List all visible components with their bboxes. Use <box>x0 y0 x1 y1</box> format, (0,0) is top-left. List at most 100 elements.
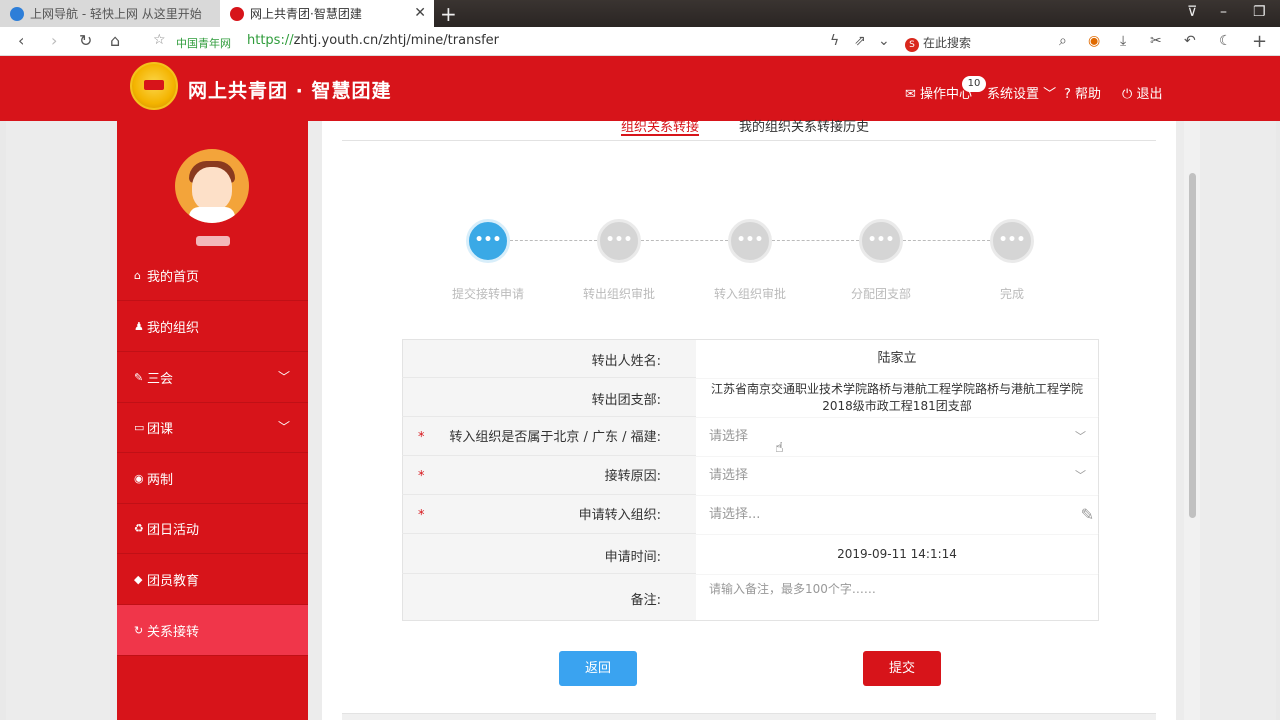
out-branch-line-2: 2018级市政工程181团支部 <box>822 399 972 413</box>
submit-button[interactable]: 提交 <box>863 651 941 686</box>
edit-icon: ✎ <box>134 370 144 384</box>
help-label: 帮助 <box>1075 87 1102 102</box>
settings-label: 系统设置 <box>987 87 1040 102</box>
chevron-down-icon: ﹀ <box>277 370 290 384</box>
sidebar-item-two-systems[interactable]: ◉ 两制 <box>117 453 308 504</box>
sidebar-item-label: 团员教育 <box>147 573 200 589</box>
chevron-down-icon[interactable]: ⌄ <box>878 33 890 49</box>
settings-menu[interactable]: 系统设置 ﹀ <box>987 83 1056 102</box>
hand-cursor-icon: ☝ <box>775 440 784 456</box>
search-box[interactable]: S 在此搜索 <box>905 34 971 52</box>
target-org-input[interactable]: 请选择... ✎ <box>696 496 1098 534</box>
out-name-label: 转出人姓名: <box>591 354 661 369</box>
url-protocol: https:// <box>247 33 294 48</box>
step-connector <box>903 240 990 241</box>
add-icon[interactable]: + <box>1252 31 1267 52</box>
browser-tab-zhtj[interactable]: 网上共青团·智慧团建 ✕ <box>220 0 434 27</box>
note-label: 备注: <box>630 593 661 608</box>
moon-icon[interactable]: ☾ <box>1219 33 1232 49</box>
refresh-icon: ↻ <box>134 623 144 637</box>
restore-icon[interactable]: ❐ <box>1253 4 1266 20</box>
download-icon[interactable]: ⤓ <box>1120 33 1126 49</box>
tab-transfer[interactable]: 组织关系转接 <box>621 116 700 136</box>
sidebar-item-home[interactable]: ⌂ 我的首页 <box>117 250 308 301</box>
sidebar-item-member-education[interactable]: ◆ 团员教育 <box>117 554 308 605</box>
sidebar-item-league-day[interactable]: ♻ 团日活动 <box>117 503 308 554</box>
reason-select[interactable]: 请选择 ﹀ <box>696 457 1098 495</box>
step-3-indicator: ••• <box>728 219 772 263</box>
step-connector <box>641 240 728 241</box>
target-placeholder: 请选择... <box>709 507 761 522</box>
tab-transfer-history[interactable]: 我的组织关系转接历史 <box>739 116 869 136</box>
note-textarea[interactable]: 请输入备注，最多100个字…… <box>696 575 1098 620</box>
shirt-skin-icon[interactable]: ⊽ <box>1187 4 1197 20</box>
forward-icon[interactable]: › <box>51 31 57 50</box>
game-controller-icon[interactable]: ◉ <box>1088 33 1100 49</box>
browser-tab-title: 上网导航 - 轻快上网 从这里开始 <box>30 7 202 21</box>
edit-icon[interactable]: ✎ <box>1081 496 1094 534</box>
step-4-indicator: ••• <box>859 219 903 263</box>
sidebar-item-label: 两制 <box>147 472 174 488</box>
url-field[interactable]: https://zhtj.youth.cn/zhtj/mine/transfer <box>247 33 499 48</box>
close-tab-icon[interactable]: ✕ <box>414 5 426 21</box>
region-select[interactable]: 请选择 ﹀ <box>696 418 1098 456</box>
sidebar-item-label: 关系接转 <box>147 624 200 640</box>
sidebar-item-league-class[interactable]: ▭ 团课 ﹀ <box>117 402 308 453</box>
lightning-icon[interactable]: ϟ <box>830 33 839 49</box>
step-4-label: 分配团支部 <box>850 287 911 301</box>
reason-label: 接转原因: <box>604 469 661 484</box>
search-icon[interactable]: ⌕ <box>1059 33 1067 49</box>
chevron-down-icon: ﹀ <box>1075 430 1086 443</box>
bottom-divider <box>342 713 1156 720</box>
region-label: 转入组织是否属于北京 / 广东 / 福建: <box>449 430 661 445</box>
scissors-icon[interactable]: ✂ <box>1150 33 1162 49</box>
logout-link[interactable]: ⏻ 退出 <box>1122 83 1162 102</box>
search-placeholder: 在此搜索 <box>923 36 972 50</box>
site-label: 中国青年网 <box>176 37 231 50</box>
sidebar-item-label: 我的组织 <box>147 320 200 336</box>
step-1-label: 提交接转申请 <box>451 287 524 301</box>
avatar-shirt <box>189 207 235 223</box>
youth-league-favicon-icon <box>230 6 244 21</box>
site-brand: 网上共青团 · 智慧团建 <box>188 80 392 102</box>
required-mark: * <box>418 469 425 484</box>
step-5-label: 完成 <box>999 287 1024 301</box>
new-tab-icon[interactable]: + <box>440 2 457 26</box>
target-label: 申请转入组织: <box>578 508 661 523</box>
group-icon: ♟ <box>134 319 144 333</box>
question-icon: ? <box>1064 87 1071 102</box>
avatar[interactable] <box>175 149 249 223</box>
reload-icon[interactable]: ↻ <box>79 31 92 50</box>
help-link[interactable]: ? 帮助 <box>1064 83 1101 102</box>
required-mark: * <box>418 430 425 445</box>
sidebar-item-label: 团课 <box>147 421 174 437</box>
username-blurred <box>196 236 230 246</box>
avatar-face <box>192 167 232 211</box>
browser-tab-navigation[interactable]: 上网导航 - 轻快上网 从这里开始 <box>0 0 220 27</box>
time-value: 2019-09-11 14:1:14 <box>696 535 1098 574</box>
home-icon[interactable]: ⌂ <box>110 31 120 50</box>
chevron-down-icon: ﹀ <box>1043 87 1057 102</box>
sidebar-item-label: 团日活动 <box>147 522 200 538</box>
circle-icon: ◉ <box>134 471 144 485</box>
undo-icon[interactable]: ↶ <box>1184 33 1196 49</box>
url-path: zhtj.youth.cn/zhtj/mine/transfer <box>293 33 500 48</box>
favorite-star-icon[interactable]: ☆ <box>153 32 166 48</box>
sidebar-item-transfer[interactable]: ↻ 关系接转 <box>117 605 308 656</box>
step-2-label: 转出组织审批 <box>582 287 655 301</box>
sidebar-item-label: 三会 <box>147 371 174 387</box>
share-icon[interactable]: ⇗ <box>854 33 866 49</box>
back-icon[interactable]: ‹ <box>18 31 24 50</box>
step-connector <box>510 240 597 241</box>
browser-tab-title: 网上共青团·智慧团建 <box>250 7 362 21</box>
scrollbar-thumb[interactable] <box>1189 173 1196 518</box>
graduation-cap-icon: ◆ <box>134 572 143 586</box>
step-connector <box>772 240 859 241</box>
step-2-indicator: ••• <box>597 219 641 263</box>
back-button[interactable]: 返回 <box>559 651 637 686</box>
site-header: 网上共青团 · 智慧团建 ✉ 操作中心 系统设置 ﹀ ? 帮助 ⏻ 退出 <box>0 56 1280 121</box>
sidebar-item-my-org[interactable]: ♟ 我的组织 <box>117 301 308 352</box>
minimize-icon[interactable]: – <box>1220 4 1227 20</box>
sidebar-item-three-meetings[interactable]: ✎ 三会 ﹀ <box>117 352 308 403</box>
home-icon: ⌂ <box>134 268 141 282</box>
